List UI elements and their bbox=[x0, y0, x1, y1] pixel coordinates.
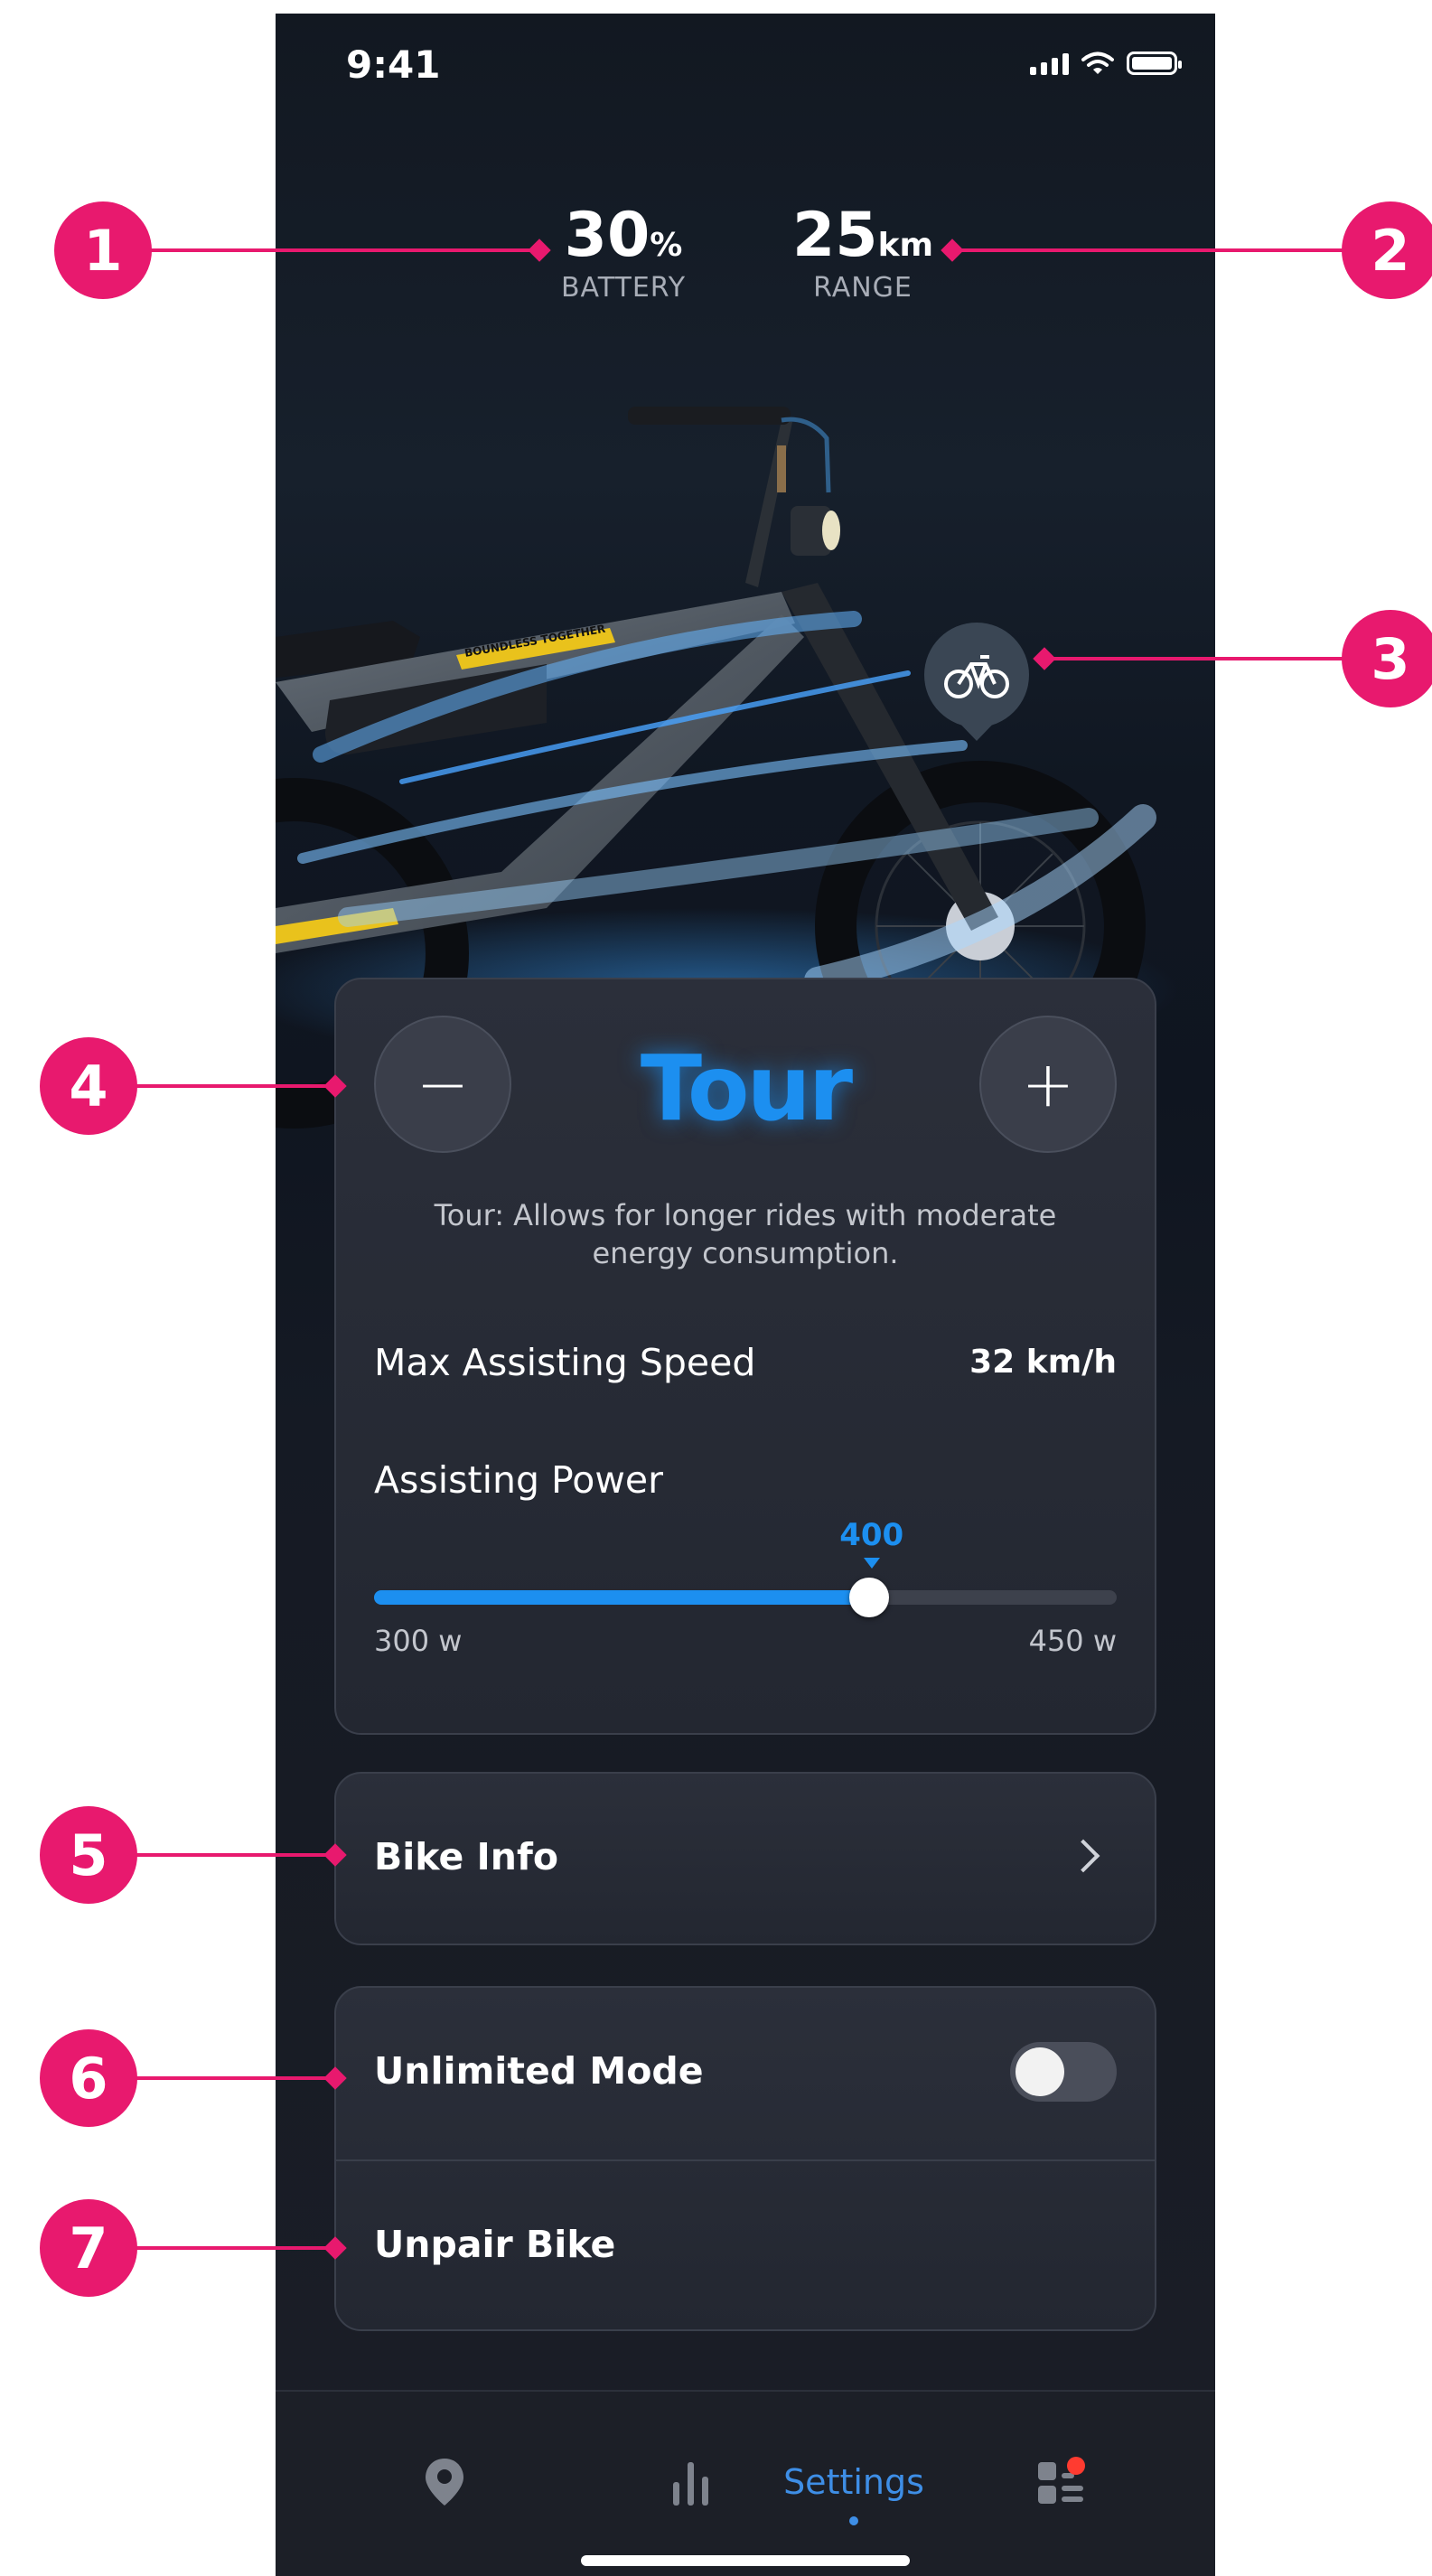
ride-mode-card: − Tour + Tour: Allows for longer rides w… bbox=[334, 978, 1156, 1735]
unpair-bike-label: Unpair Bike bbox=[374, 2223, 616, 2266]
max-speed-value: 32 km/h bbox=[969, 1344, 1117, 1381]
signal-icon bbox=[1030, 52, 1069, 75]
phone-screen: 9:41 30% BATTERY 25km RANGE BOUNDLESS TO… bbox=[276, 14, 1215, 2576]
options-card: Unlimited Mode Unpair Bike bbox=[334, 1986, 1156, 2331]
wifi-icon bbox=[1081, 52, 1114, 74]
active-tab-indicator bbox=[849, 2516, 858, 2525]
range-unit: km bbox=[877, 227, 934, 264]
power-slider-thumb[interactable] bbox=[849, 1578, 890, 1617]
home-indicator bbox=[581, 2555, 910, 2566]
assisting-power-label: Assisting Power bbox=[374, 1458, 663, 1502]
callout-7: 7 bbox=[40, 2199, 137, 2297]
status-time: 9:41 bbox=[346, 42, 441, 87]
tab-bar: Settings bbox=[276, 2390, 1215, 2576]
status-icons bbox=[1030, 52, 1182, 75]
tab-stats[interactable] bbox=[637, 2446, 745, 2518]
bike-info-row[interactable]: Bike Info bbox=[334, 1772, 1156, 1945]
max-speed-label: Max Assisting Speed bbox=[374, 1341, 756, 1384]
callout-2: 2 bbox=[1342, 201, 1432, 299]
range-stat: 25km RANGE bbox=[791, 205, 935, 304]
stats-icon bbox=[673, 2462, 708, 2506]
bike-marker[interactable] bbox=[924, 623, 1029, 741]
power-max-label: 450 w bbox=[1028, 1624, 1117, 1658]
battery-unit: % bbox=[650, 227, 683, 264]
tab-map[interactable] bbox=[390, 2446, 499, 2518]
callout-7-line bbox=[131, 2246, 334, 2250]
dashboard-icon bbox=[1038, 2457, 1085, 2504]
callout-2-line bbox=[949, 248, 1346, 252]
bike-info-label: Bike Info bbox=[374, 1835, 558, 1878]
range-label: RANGE bbox=[813, 272, 913, 304]
power-slider[interactable] bbox=[374, 1578, 1117, 1617]
tab-settings-label: Settings bbox=[783, 2462, 924, 2502]
unpair-bike-row[interactable]: Unpair Bike bbox=[336, 2159, 1155, 2333]
unlimited-mode-toggle[interactable] bbox=[1010, 2042, 1117, 2102]
chevron-right-icon bbox=[1066, 1839, 1100, 1873]
increase-mode-button[interactable]: + bbox=[979, 1016, 1117, 1153]
unlimited-mode-row: Unlimited Mode bbox=[336, 1988, 1155, 2159]
callout-5-line bbox=[131, 1853, 334, 1857]
callout-4: 4 bbox=[40, 1037, 137, 1135]
callout-4-line bbox=[131, 1084, 334, 1088]
power-value-caret bbox=[863, 1558, 880, 1569]
mode-description: Tour: Allows for longer rides with moder… bbox=[434, 1198, 1057, 1270]
power-slider-fill bbox=[374, 1590, 870, 1605]
battery-icon bbox=[1127, 52, 1182, 75]
range-value: 25 bbox=[791, 200, 878, 271]
power-min-label: 300 w bbox=[374, 1624, 463, 1658]
tab-dashboard[interactable] bbox=[1007, 2446, 1116, 2518]
battery-label: BATTERY bbox=[560, 272, 687, 304]
callout-3-line bbox=[1041, 657, 1348, 660]
notification-dot bbox=[1067, 2457, 1085, 2475]
battery-stat: 30% BATTERY bbox=[551, 205, 696, 304]
unlimited-mode-label: Unlimited Mode bbox=[374, 2049, 704, 2093]
tab-settings[interactable]: Settings bbox=[763, 2446, 944, 2525]
callout-3: 3 bbox=[1342, 610, 1432, 707]
power-slider-value: 400 bbox=[839, 1517, 904, 1553]
callout-6: 6 bbox=[40, 2029, 137, 2127]
callout-1-line bbox=[136, 248, 542, 252]
callout-5: 5 bbox=[40, 1806, 137, 1904]
callout-1: 1 bbox=[54, 201, 152, 299]
map-pin-icon bbox=[426, 2459, 463, 2506]
battery-value: 30 bbox=[564, 200, 650, 271]
callout-6-line bbox=[131, 2076, 334, 2080]
